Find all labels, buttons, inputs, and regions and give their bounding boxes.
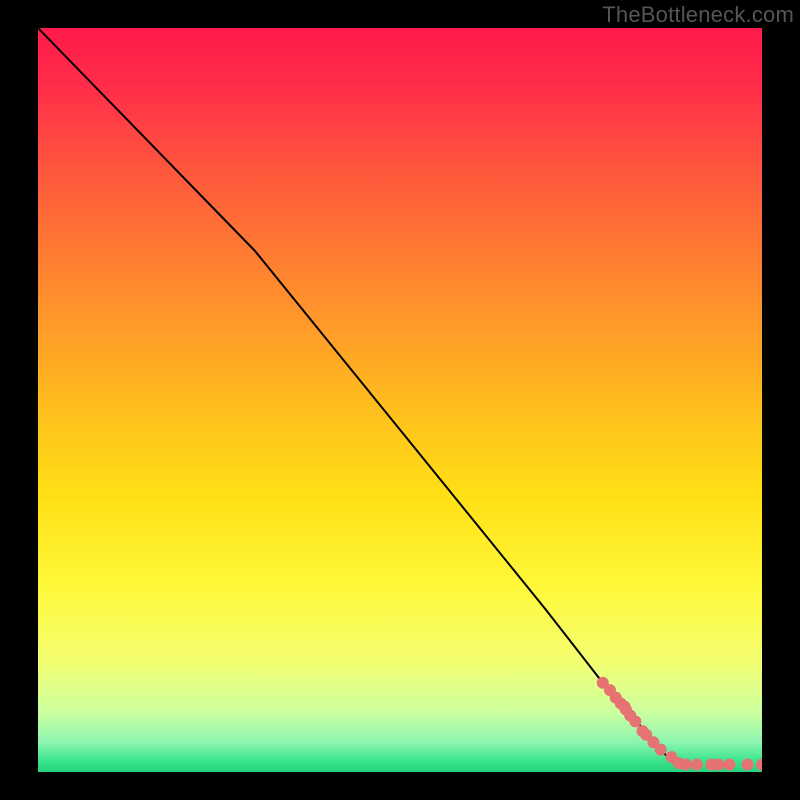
data-point [680, 759, 692, 771]
watermark-text: TheBottleneck.com [602, 2, 794, 28]
data-point [723, 759, 735, 771]
data-point [655, 744, 667, 756]
plot-area [38, 28, 762, 772]
chart-frame: TheBottleneck.com [0, 0, 800, 800]
data-point [691, 759, 703, 771]
data-point [629, 715, 641, 727]
chart-svg [38, 28, 762, 772]
data-point [742, 759, 754, 771]
data-point [713, 759, 725, 771]
